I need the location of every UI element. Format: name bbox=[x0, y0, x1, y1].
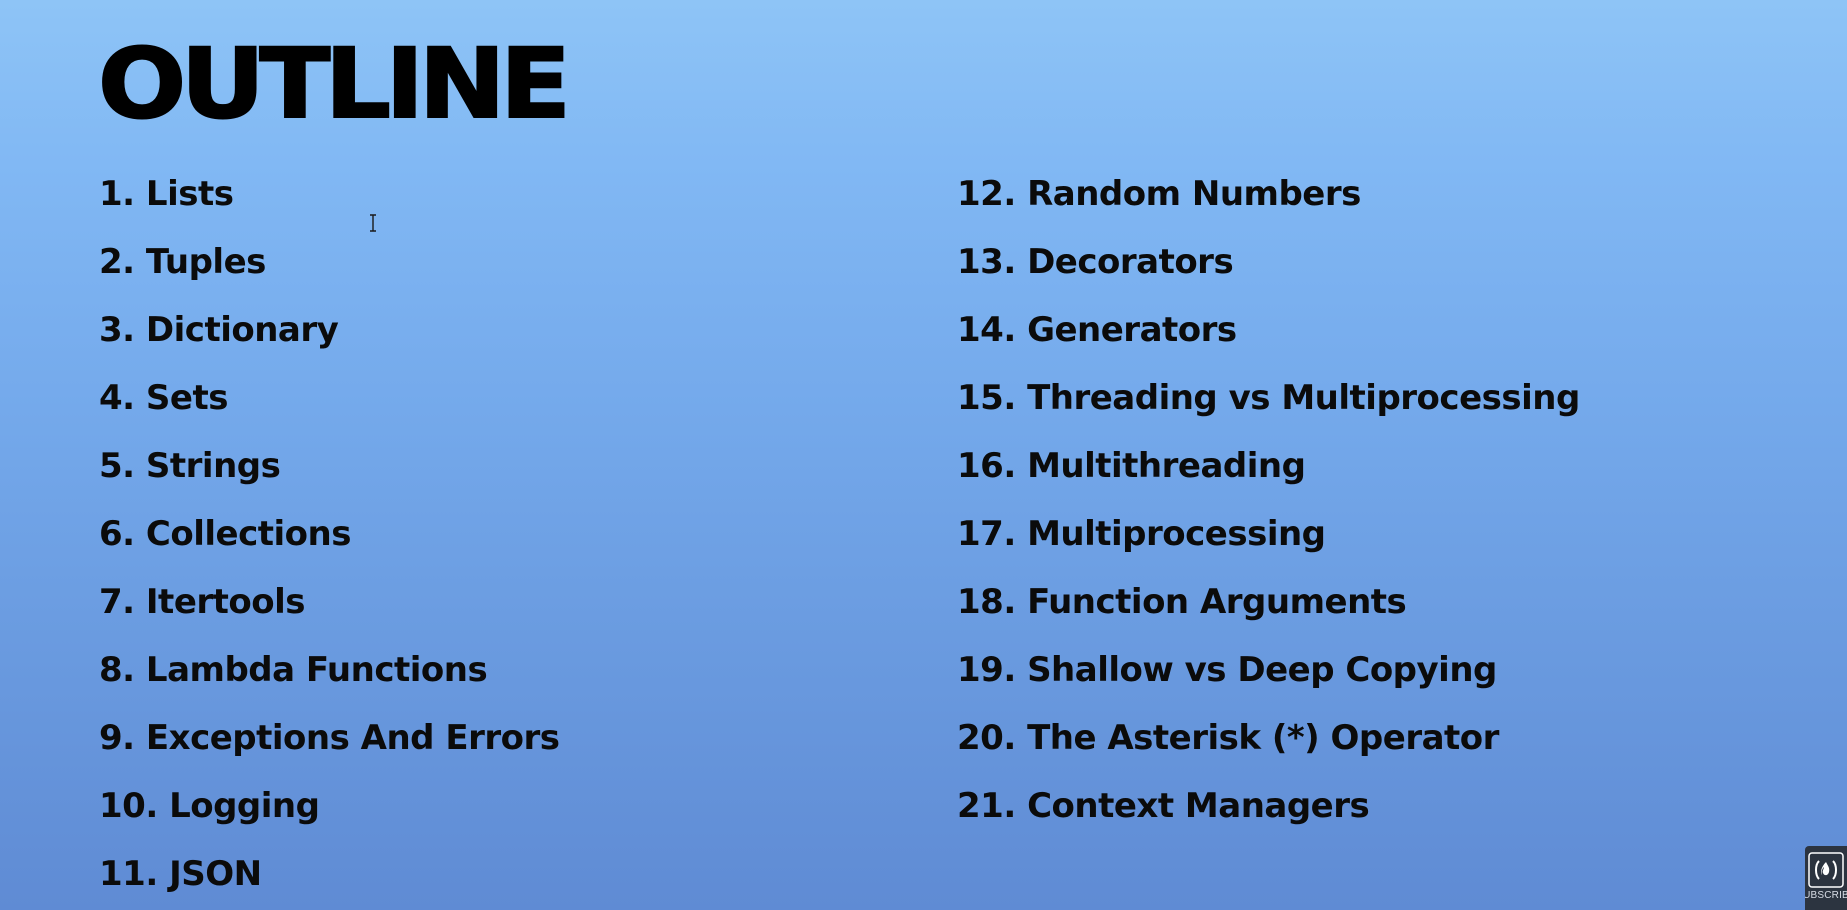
outline-item: 10. Logging bbox=[99, 786, 320, 826]
outline-item: 15. Threading vs Multiprocessing bbox=[957, 378, 1580, 418]
outline-item: 1. Lists bbox=[99, 174, 234, 214]
outline-item: 21. Context Managers bbox=[957, 786, 1370, 826]
outline-item: 9. Exceptions And Errors bbox=[99, 718, 560, 758]
subscribe-button[interactable]: SUBSCRIBE bbox=[1805, 846, 1847, 910]
outline-list-right: 12. Random Numbers 13. Decorators 14. Ge… bbox=[957, 160, 1580, 840]
outline-item: 17. Multiprocessing bbox=[957, 514, 1326, 554]
outline-item: 11. JSON bbox=[99, 854, 262, 894]
outline-item: 4. Sets bbox=[99, 378, 228, 418]
outline-item: 14. Generators bbox=[957, 310, 1237, 350]
outline-item: 18. Function Arguments bbox=[957, 582, 1407, 622]
outline-item: 20. The Asterisk (*) Operator bbox=[957, 718, 1499, 758]
subscribe-label: SUBSCRIBE bbox=[1805, 890, 1847, 901]
text-cursor-icon bbox=[370, 214, 376, 232]
outline-item: 12. Random Numbers bbox=[957, 174, 1361, 214]
outline-item: 6. Collections bbox=[99, 514, 351, 554]
outline-item: 19. Shallow vs Deep Copying bbox=[957, 650, 1497, 690]
outline-item: 3. Dictionary bbox=[99, 310, 339, 350]
freecodecamp-logo-icon bbox=[1808, 852, 1844, 888]
outline-item: 16. Multithreading bbox=[957, 446, 1306, 486]
slide-title: OUTLINE bbox=[97, 28, 572, 140]
outline-item: 8. Lambda Functions bbox=[99, 650, 488, 690]
outline-item: 2. Tuples bbox=[99, 242, 266, 282]
outline-item: 7. Itertools bbox=[99, 582, 306, 622]
outline-list-left: 1. Lists 2. Tuples 3. Dictionary 4. Sets… bbox=[99, 160, 560, 908]
outline-item: 5. Strings bbox=[99, 446, 281, 486]
outline-item: 13. Decorators bbox=[957, 242, 1234, 282]
